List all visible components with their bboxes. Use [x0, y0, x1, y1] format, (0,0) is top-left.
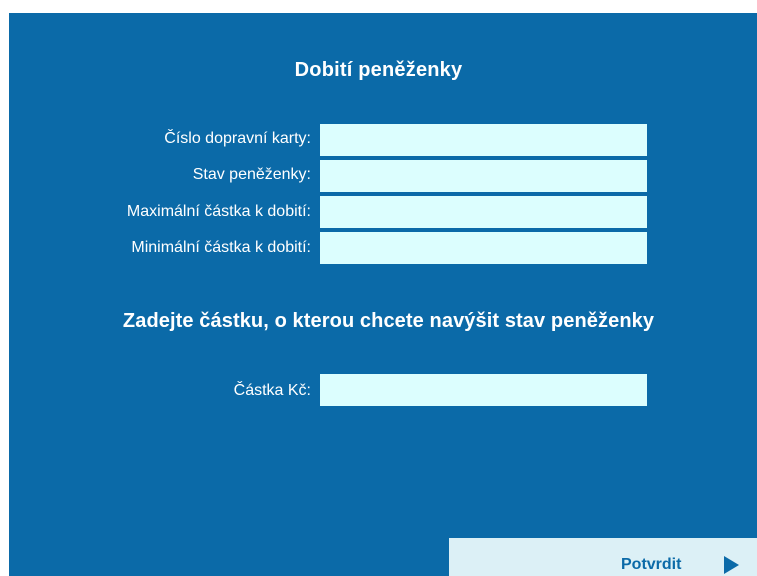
amount-instruction: Zadejte částku, o kterou chcete navýšit …: [122, 310, 655, 332]
confirm-button[interactable]: Potvrdit: [449, 538, 757, 576]
card-number-label: Číslo dopravní karty:: [164, 130, 311, 147]
min-topup-field[interactable]: [320, 232, 647, 264]
max-topup-label: Maximální částka k dobití:: [126, 203, 311, 220]
page-title: Dobití peněženky: [294, 59, 463, 81]
main-panel: [9, 13, 757, 576]
amount-field[interactable]: [320, 374, 647, 406]
play-icon: [724, 556, 739, 574]
amount-label: Částka Kč:: [233, 382, 311, 399]
confirm-button-label: Potvrdit: [621, 556, 682, 573]
min-topup-label: Minimální částka k dobití:: [131, 239, 311, 256]
max-topup-field[interactable]: [320, 196, 647, 228]
card-number-field[interactable]: [320, 124, 647, 156]
wallet-balance-label: Stav peněženky:: [192, 166, 311, 183]
wallet-balance-field[interactable]: [320, 160, 647, 192]
